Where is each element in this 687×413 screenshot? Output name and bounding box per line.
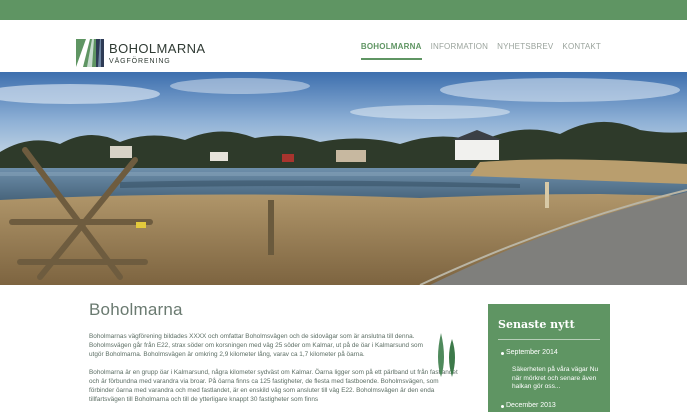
news-sidebar: Senaste nytt September 2014 Säkerheten p… <box>488 304 610 412</box>
news-date-link[interactable]: December 2013 <box>488 402 610 409</box>
logo-name: BOHOLMARNA <box>109 40 206 56</box>
main-nav: BOHOLMARNA INFORMATION NYHETSBREV KONTAK… <box>360 42 601 60</box>
road-logo-icon <box>76 39 104 67</box>
top-accent-bar <box>0 0 687 20</box>
news-date-link[interactable]: September 2014 <box>488 349 610 356</box>
nav-item-boholmarna[interactable]: BOHOLMARNA <box>360 42 422 60</box>
lake-landscape-photo <box>0 72 687 285</box>
sidebar-title: Senaste nytt <box>498 318 575 331</box>
news-excerpt[interactable]: Säkerheten på våra vägar Nu när mörkret … <box>488 366 610 392</box>
site-logo[interactable]: BOHOLMARNA VÄGFÖRENING <box>76 38 216 68</box>
nav-item-nyhetsbrev[interactable]: NYHETSBREV <box>497 42 553 60</box>
site-header: BOHOLMARNA VÄGFÖRENING BOHOLMARNA INFORM… <box>0 20 687 72</box>
nav-item-information[interactable]: INFORMATION <box>431 42 489 60</box>
hero-image <box>0 72 687 285</box>
page-title: Boholmarna <box>89 300 183 319</box>
sidebar-divider <box>498 339 600 340</box>
logo-subtitle: VÄGFÖRENING <box>109 57 171 65</box>
nav-item-kontakt[interactable]: KONTAKT <box>562 42 601 60</box>
body-paragraph: Boholmarna är en grupp öar i Kalmarsund,… <box>89 369 458 403</box>
intro-paragraph: Boholmarnas vägförening bildades XXXX oc… <box>89 333 423 358</box>
cypress-trees-icon <box>438 333 455 377</box>
main-content: Boholmarna Boholmarnas vägförening bilda… <box>89 300 461 413</box>
